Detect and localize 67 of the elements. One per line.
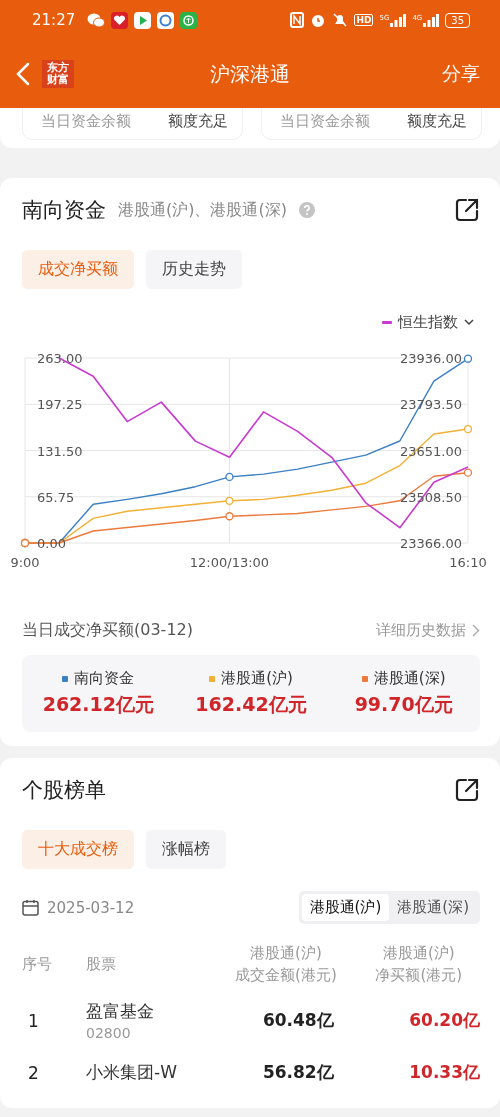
- tab[interactable]: 涨幅榜: [146, 830, 226, 869]
- app-icon: [157, 11, 175, 29]
- stat-value: 162.42亿元: [195, 692, 307, 717]
- turnover-cell: 56.82亿: [262, 1062, 334, 1082]
- axis-label: 197.25: [37, 397, 83, 413]
- back-icon[interactable]: [16, 62, 30, 86]
- stat-label: 港股通(深): [373, 669, 446, 688]
- battery-indicator: 35: [445, 12, 470, 28]
- point: [463, 354, 473, 363]
- muted-bell-icon: [332, 12, 349, 28]
- column-header: 序号: [22, 955, 52, 973]
- stat-value: 262.12亿元: [42, 692, 154, 717]
- alarm-icon: [310, 12, 327, 28]
- stock-name[interactable]: 盈富基金: [86, 1000, 215, 1023]
- point: [225, 472, 234, 482]
- net-buy-cell: 60.20亿: [409, 1010, 480, 1030]
- hd-indicator: HD: [354, 14, 374, 26]
- point: [463, 468, 473, 477]
- column-header: 港股通(沪) 净买额(港元): [375, 944, 463, 984]
- app-icon: [134, 11, 152, 29]
- stock-code: 02800: [86, 1025, 132, 1041]
- axis-label: 65.75: [37, 489, 75, 505]
- segment-button[interactable]: 港股通(深): [389, 894, 477, 921]
- date-label[interactable]: 2025-03-12: [47, 898, 135, 917]
- quota-label: 当日资金余额: [41, 112, 131, 131]
- stock-name[interactable]: 小米集团-W: [86, 1061, 215, 1084]
- segment-button[interactable]: 港股通(沪): [301, 894, 390, 921]
- caret-icon[interactable]: [464, 319, 474, 326]
- stat-label: 港股通(沪): [221, 669, 293, 688]
- point: [225, 496, 234, 505]
- stat-label: 南向资金: [74, 669, 135, 688]
- stat-value: 99.70亿元: [354, 692, 453, 717]
- axis-label: 263.00: [37, 351, 83, 366]
- calendar-icon[interactable]: [22, 899, 39, 916]
- rank-cell: 1: [28, 1010, 39, 1031]
- point: [463, 424, 473, 434]
- axis-label: 12:00/13:00: [189, 555, 270, 570]
- app-logo: 东方财富: [42, 60, 74, 88]
- rank-cell: 2: [28, 1062, 39, 1083]
- share-icon[interactable]: [454, 777, 480, 803]
- nfc-icon: [290, 12, 305, 28]
- axis-label: 131.50: [37, 443, 83, 459]
- page-title: 沪深港通: [210, 61, 290, 86]
- axis-label: 23366.00: [399, 536, 462, 551]
- net-buy-cell: 10.33亿: [409, 1062, 480, 1082]
- tab[interactable]: 历史走势: [146, 250, 242, 289]
- axis-label: 16:10: [449, 555, 487, 570]
- section-subtitle: 港股通(沪)、港股通(深): [118, 199, 287, 221]
- quota-label: 当日资金余额: [280, 112, 370, 131]
- app-icon: [180, 11, 198, 29]
- summary-title: 当日成交净买额(03-12): [22, 620, 193, 641]
- axis-label: 23936.00: [399, 351, 462, 366]
- quota-value: 额度充足: [407, 112, 467, 131]
- app-icon: [111, 11, 129, 29]
- share-icon[interactable]: [454, 197, 480, 223]
- legend-dropdown[interactable]: 恒生指数: [398, 313, 458, 332]
- turnover-cell: 60.48亿: [262, 1010, 334, 1030]
- status-time: 21:27: [32, 11, 76, 29]
- chat-icon: [87, 12, 106, 28]
- axis-label: 9:00: [10, 555, 40, 570]
- section-title: 个股榜单: [22, 777, 106, 804]
- section-title: 南向资金: [22, 197, 106, 224]
- column-header: 股票: [86, 955, 116, 973]
- quota-value: 额度充足: [168, 112, 228, 131]
- share-link[interactable]: 分享: [442, 61, 480, 87]
- column-header: 港股通(沪) 成交金额(港元): [235, 944, 337, 984]
- point: [225, 512, 234, 521]
